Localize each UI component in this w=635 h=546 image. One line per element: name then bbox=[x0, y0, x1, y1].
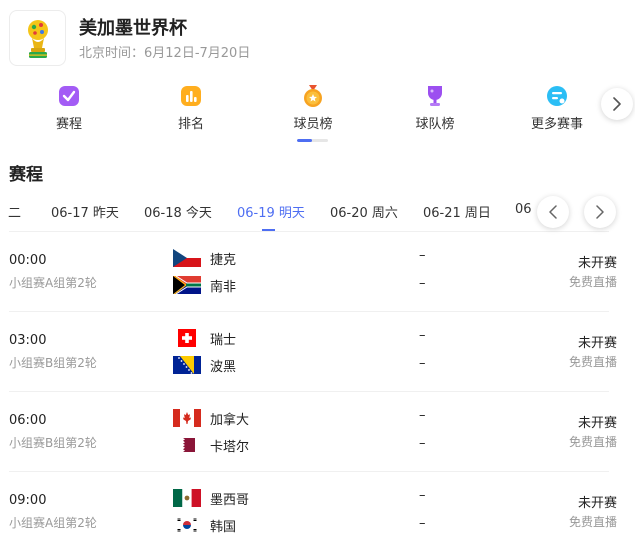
trophy-icon bbox=[28, 20, 48, 58]
qatar-flag-icon bbox=[179, 438, 195, 452]
away-team[interactable]: 卡塔尔 bbox=[173, 435, 413, 455]
match-row[interactable]: 09:00 小组赛A组第2轮 墨西哥 韩国 – – 未开赛 免费直播 bbox=[9, 478, 617, 546]
match-round: 小组赛A组第2轮 bbox=[9, 276, 97, 290]
schedule-icon bbox=[59, 86, 79, 106]
category-nav: 赛程 排名 球员榜 球队榜 更多赛事 bbox=[0, 84, 635, 144]
home-team-name: 捷克 bbox=[210, 253, 237, 268]
away-team[interactable]: 韩国 bbox=[173, 515, 413, 535]
away-team[interactable]: 南非 bbox=[173, 275, 413, 295]
match-time: 00:00 bbox=[9, 253, 47, 268]
home-score: – bbox=[419, 328, 426, 343]
home-team-name: 墨西哥 bbox=[210, 493, 250, 508]
nav-item-player-ranking[interactable]: 球员榜 bbox=[268, 84, 358, 132]
match-time: 09:00 bbox=[9, 493, 47, 508]
match-row[interactable]: 06:00 小组赛B组第2轮 加拿大 卡塔尔 – – 未开赛 免费直播 bbox=[9, 398, 617, 478]
date-prev-button[interactable] bbox=[537, 196, 569, 228]
match-round: 小组赛B组第2轮 bbox=[9, 356, 97, 370]
match-divider bbox=[9, 311, 609, 312]
nav-item-schedule[interactable]: 赛程 bbox=[24, 84, 114, 132]
nav-item-team-ranking[interactable]: 球队榜 bbox=[390, 84, 480, 132]
match-row[interactable]: 00:00 小组赛A组第2轮 捷克 南非 – – 未开赛 免费直播 bbox=[9, 238, 617, 318]
away-team-name: 韩国 bbox=[210, 520, 237, 535]
competition-title: 美加墨世界杯 bbox=[79, 18, 187, 39]
home-score: – bbox=[419, 408, 426, 423]
date-next-button[interactable] bbox=[584, 196, 616, 228]
match-divider bbox=[9, 391, 609, 392]
more-events-icon bbox=[547, 86, 567, 106]
nav-label-player-ranking: 球员榜 bbox=[293, 117, 333, 132]
czech-flag-icon bbox=[173, 249, 201, 267]
date-tab-0621[interactable]: 06-21 周日 bbox=[423, 202, 491, 221]
date-tab-0620[interactable]: 06-20 周六 bbox=[330, 202, 398, 221]
match-round: 小组赛A组第2轮 bbox=[9, 516, 97, 530]
canada-flag-icon bbox=[173, 409, 201, 427]
free-live-link[interactable]: 免费直播 bbox=[569, 353, 617, 370]
ranking-icon bbox=[181, 86, 201, 106]
away-score: – bbox=[419, 276, 426, 291]
team-trophy-icon bbox=[428, 86, 442, 106]
nav-label-ranking: 排名 bbox=[177, 117, 204, 132]
free-live-link[interactable]: 免费直播 bbox=[569, 273, 617, 290]
bosnia-flag-icon bbox=[173, 356, 201, 374]
away-score: – bbox=[419, 356, 426, 371]
section-title-schedule: 赛程 bbox=[9, 165, 43, 185]
match-status: 未开赛 bbox=[577, 336, 617, 351]
chevron-right-icon bbox=[596, 205, 604, 219]
mexico-flag-icon bbox=[173, 489, 201, 507]
free-live-link[interactable]: 免费直播 bbox=[569, 513, 617, 530]
home-team[interactable]: 墨西哥 bbox=[173, 488, 413, 508]
nav-item-ranking[interactable]: 排名 bbox=[146, 84, 236, 132]
nav-label-more-events: 更多赛事 bbox=[530, 117, 583, 132]
competition-dates: 北京时间：6月12日-7月20日 bbox=[79, 46, 251, 61]
date-tab-partial-right[interactable]: 06 bbox=[515, 202, 532, 217]
nav-item-more-events[interactable]: 更多赛事 bbox=[512, 84, 602, 132]
home-team[interactable]: 瑞士 bbox=[173, 328, 413, 348]
away-team-name: 卡塔尔 bbox=[210, 440, 250, 455]
south-korea-flag-icon bbox=[176, 516, 198, 534]
match-round: 小组赛B组第2轮 bbox=[9, 436, 97, 450]
free-live-link[interactable]: 免费直播 bbox=[569, 433, 617, 450]
home-score: – bbox=[419, 488, 426, 503]
chevron-left-icon bbox=[549, 205, 557, 219]
competition-header: 美加墨世界杯 北京时间：6月12日-7月20日 bbox=[9, 10, 609, 66]
home-team[interactable]: 加拿大 bbox=[173, 408, 413, 428]
nav-label-team-ranking: 球队榜 bbox=[415, 117, 455, 132]
match-status: 未开赛 bbox=[577, 416, 617, 431]
south-africa-flag-icon bbox=[173, 276, 201, 294]
date-tab-0618[interactable]: 06-18 今天 bbox=[144, 202, 212, 221]
match-status: 未开赛 bbox=[577, 496, 617, 511]
away-team-name: 波黑 bbox=[210, 360, 237, 375]
away-score: – bbox=[419, 516, 426, 531]
match-time: 06:00 bbox=[9, 413, 47, 428]
nav-scroll-indicator bbox=[297, 139, 328, 142]
match-row[interactable]: 03:00 小组赛B组第2轮 瑞士 波黑 – – 未开赛 免费直播 bbox=[9, 318, 617, 398]
match-status: 未开赛 bbox=[577, 256, 617, 271]
chevron-right-icon bbox=[613, 97, 621, 111]
date-tabs-divider bbox=[9, 231, 609, 232]
home-team-name: 加拿大 bbox=[210, 413, 250, 428]
date-tab-0617[interactable]: 06-17 昨天 bbox=[51, 202, 119, 221]
away-team-name: 南非 bbox=[210, 280, 237, 295]
match-time: 03:00 bbox=[9, 333, 47, 348]
match-divider bbox=[9, 471, 609, 472]
away-team[interactable]: 波黑 bbox=[173, 355, 413, 375]
date-tab-0619[interactable]: 06-19 明天 bbox=[237, 202, 305, 221]
home-score: – bbox=[419, 248, 426, 263]
home-team-name: 瑞士 bbox=[210, 333, 237, 348]
nav-label-schedule: 赛程 bbox=[55, 117, 82, 132]
home-team[interactable]: 捷克 bbox=[173, 248, 413, 268]
player-medal-icon bbox=[304, 85, 322, 107]
date-tab-partial-left[interactable]: 二 bbox=[8, 202, 21, 221]
nav-next-button[interactable] bbox=[601, 88, 633, 120]
switzerland-flag-icon bbox=[178, 329, 196, 347]
away-score: – bbox=[419, 436, 426, 451]
world-cup-logo bbox=[9, 10, 66, 66]
